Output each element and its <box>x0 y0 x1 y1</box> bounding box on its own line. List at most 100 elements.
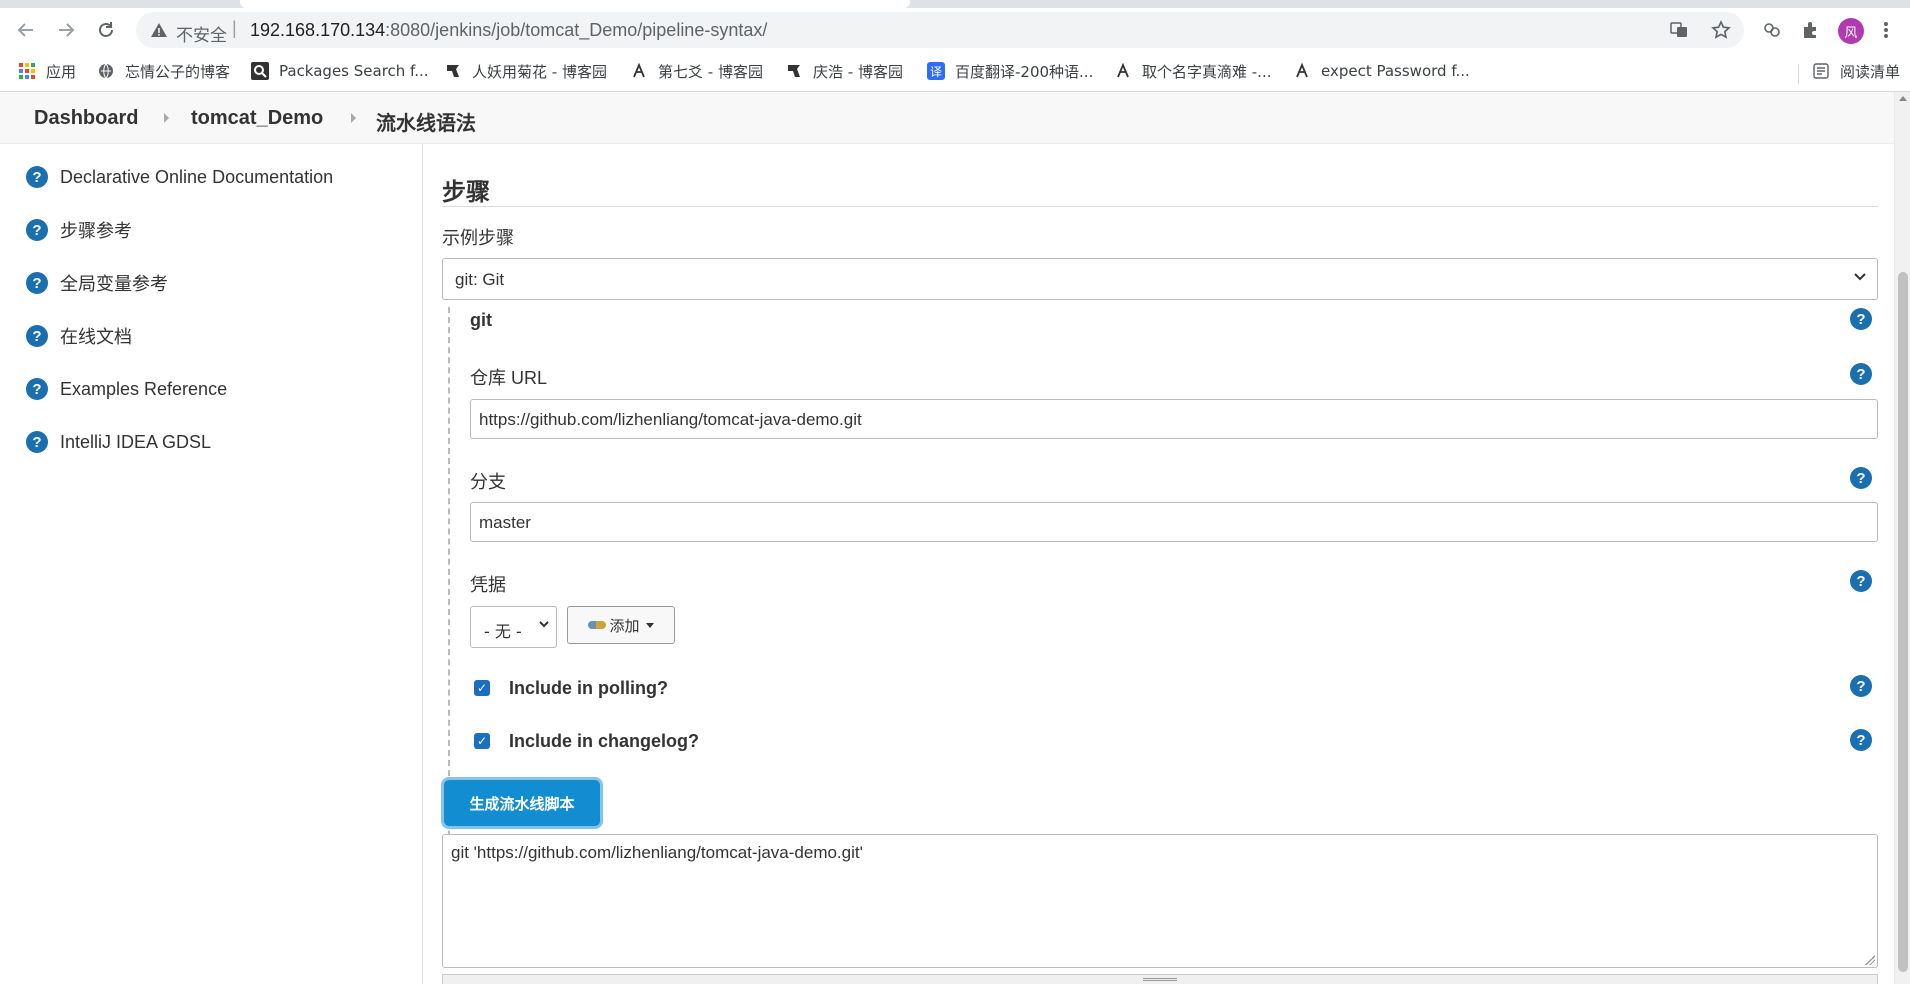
credentials-select[interactable]: - 无 - <box>470 606 557 648</box>
help-icon[interactable]: ? <box>1850 467 1872 489</box>
resize-grip-icon[interactable] <box>1865 955 1875 965</box>
bookmark-apps[interactable]: 应用 <box>18 59 76 83</box>
bookmark-item[interactable]: 人妖用菊花 - 博客园 <box>444 59 607 83</box>
sidebar-item-declarative-docs[interactable]: ? Declarative Online Documentation <box>26 163 333 191</box>
sidebar: ? Declarative Online Documentation ? 步骤参… <box>0 144 423 984</box>
security-label[interactable]: 不安全 <box>176 21 227 46</box>
url-path: :8080/jenkins/job/tomcat_Demo/pipeline-s… <box>385 20 768 40</box>
breadcrumb-arrow-icon[interactable] <box>351 113 356 123</box>
blog-icon <box>1293 62 1311 80</box>
back-icon[interactable] <box>14 18 38 42</box>
sidebar-item-online-docs[interactable]: ? 在线文档 <box>26 322 132 350</box>
main-content: 步骤 示例步骤 git: Git git ? 仓库 URL ? https://… <box>424 144 1894 984</box>
help-icon: ? <box>26 166 48 188</box>
blog-icon <box>444 62 462 80</box>
globe-icon <box>97 62 115 80</box>
bookmark-item[interactable]: 第七爻 - 博客园 <box>630 59 763 83</box>
help-icon: ? <box>26 272 48 294</box>
help-icon[interactable]: ? <box>1850 729 1872 751</box>
repo-url-label: 仓库 URL <box>470 368 548 388</box>
bookmark-label: 第七爻 - 博客园 <box>658 62 763 81</box>
sample-step-label: 示例步骤 <box>442 228 514 248</box>
help-icon: ? <box>26 325 48 347</box>
generate-pipeline-script-button[interactable]: 生成流水线脚本 <box>444 780 600 826</box>
bookmark-item[interactable]: Packages Search f... <box>251 59 429 83</box>
tab-strip <box>0 0 1910 8</box>
address-bar[interactable]: 不安全 | 192.168.170.134:8080/jenkins/job/t… <box>136 12 1744 48</box>
generated-script-output[interactable]: git 'https://github.com/lizhenliang/tomc… <box>442 834 1878 968</box>
reading-list-label: 阅读清单 <box>1840 62 1901 81</box>
branch-input[interactable]: master <box>470 502 1878 542</box>
generated-script-text: git 'https://github.com/lizhenliang/tomc… <box>451 843 863 862</box>
reading-list-icon <box>1812 62 1830 80</box>
help-icon[interactable]: ? <box>1850 363 1872 385</box>
warning-icon[interactable] <box>150 21 168 39</box>
reading-list[interactable]: 阅读清单 <box>1812 59 1900 83</box>
include-changelog-checkbox[interactable]: ✓ Include in changelog? <box>474 728 699 754</box>
translate-page-icon[interactable] <box>1668 19 1690 41</box>
drag-handle-icon[interactable] <box>1143 978 1177 981</box>
svg-text:译: 译 <box>930 65 942 79</box>
sample-step-select[interactable]: git: Git <box>442 258 1878 300</box>
breadcrumb-pipeline-syntax[interactable]: 流水线语法 <box>376 107 476 136</box>
key-icon <box>588 621 607 629</box>
profile-avatar[interactable]: 风 <box>1838 18 1864 44</box>
include-changelog-label: Include in changelog? <box>509 730 700 751</box>
credentials-label: 凭据 <box>470 575 506 595</box>
collapsed-panel-bar[interactable] <box>442 974 1878 984</box>
active-tab[interactable] <box>240 0 910 8</box>
bookmark-item[interactable]: 译 百度翻译-200种语... <box>927 59 1093 83</box>
sidebar-item-examples-reference[interactable]: ? Examples Reference <box>26 375 227 403</box>
bookmark-item[interactable]: 庆浩 - 博客园 <box>785 59 903 83</box>
help-icon[interactable]: ? <box>1850 675 1872 697</box>
breadcrumb-job[interactable]: tomcat_Demo <box>191 107 323 130</box>
include-polling-checkbox[interactable]: ✓ Include in polling? <box>474 675 668 701</box>
checkbox-checked-icon[interactable]: ✓ <box>474 733 490 749</box>
sidebar-item-label: Examples Reference <box>60 378 228 399</box>
branch-label: 分支 <box>470 472 506 492</box>
credentials-value: - 无 - <box>484 622 522 641</box>
reload-icon[interactable] <box>94 18 118 42</box>
add-button-label: 添加 <box>609 616 640 635</box>
repo-url-input[interactable]: https://github.com/lizhenliang/tomcat-ja… <box>470 399 1878 439</box>
blog-icon <box>785 62 803 80</box>
bookmark-item[interactable]: 忘情公子的博客 <box>97 59 230 83</box>
bookmark-item[interactable]: 取个名字真滴难 -... <box>1114 59 1272 83</box>
help-icon[interactable]: ? <box>1850 570 1872 592</box>
help-icon[interactable]: ? <box>1850 308 1872 330</box>
help-icon: ? <box>26 219 48 241</box>
scroll-up-arrow-icon[interactable] <box>1899 96 1907 101</box>
bookmark-label: 应用 <box>46 62 77 81</box>
help-icon: ? <box>26 378 48 400</box>
sidebar-item-step-reference[interactable]: ? 步骤参考 <box>26 216 132 244</box>
sidebar-item-intellij-gdsl[interactable]: ? IntelliJ IDEA GDSL <box>26 428 211 456</box>
extension-puzzle-alt-icon[interactable] <box>1760 18 1784 42</box>
menu-kebab-icon[interactable] <box>1878 18 1894 42</box>
caret-down-icon <box>645 622 654 628</box>
bookmark-star-icon[interactable] <box>1710 19 1732 41</box>
browser-chrome: 不安全 | 192.168.170.134:8080/jenkins/job/t… <box>0 0 1910 92</box>
bookmark-label: 庆浩 - 博客园 <box>813 62 903 81</box>
bookmark-label: Packages Search f... <box>279 62 429 80</box>
breadcrumb-arrow-icon[interactable] <box>164 113 169 123</box>
scroll-thumb[interactable] <box>1898 272 1908 972</box>
step-name: git <box>470 310 492 330</box>
sidebar-item-global-variables[interactable]: ? 全局变量参考 <box>26 269 168 297</box>
blog-icon <box>630 62 648 80</box>
bookmark-separator <box>1798 64 1799 84</box>
bookmark-item[interactable]: expect Password f... <box>1293 59 1470 83</box>
chevron-down-icon <box>538 617 550 633</box>
bookmarks-bar: 应用 忘情公子的博客 Packages Search f... 人妖用菊花 - … <box>0 56 1910 86</box>
forward-icon[interactable] <box>54 18 78 42</box>
extensions-icon[interactable] <box>1798 18 1822 42</box>
section-title: 步骤 <box>442 179 490 206</box>
breadcrumb-dashboard[interactable]: Dashboard <box>34 107 138 130</box>
page-scrollbar[interactable] <box>1894 92 1910 984</box>
add-credentials-button[interactable]: 添加 <box>567 606 675 644</box>
checkbox-checked-icon[interactable]: ✓ <box>474 680 490 696</box>
url-text[interactable]: 192.168.170.134:8080/jenkins/job/tomcat_… <box>250 20 767 41</box>
section-divider <box>442 206 1878 207</box>
bookmark-label: 取个名字真滴难 -... <box>1142 62 1272 81</box>
breadcrumb: Dashboard tomcat_Demo 流水线语法 <box>0 92 1910 144</box>
translate-icon: 译 <box>927 62 945 80</box>
